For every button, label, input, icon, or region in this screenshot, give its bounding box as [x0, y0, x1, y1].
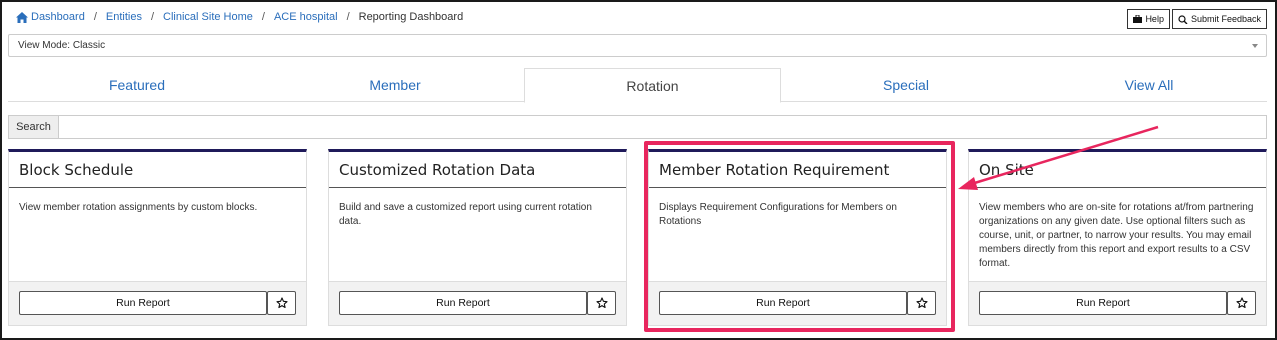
run-report-button[interactable]: Run Report — [979, 291, 1227, 315]
tab-member[interactable]: Member — [266, 68, 524, 102]
feedback-icon — [1178, 14, 1188, 24]
report-card-customized-rotation-data: Customized Rotation Data Build and save … — [328, 149, 627, 326]
favorite-button[interactable] — [267, 291, 296, 315]
card-description: Displays Requirement Configurations for … — [659, 202, 897, 227]
card-title: Customized Rotation Data — [329, 152, 626, 188]
favorite-button[interactable] — [587, 291, 616, 315]
report-card-member-rotation-requirement: Member Rotation Requirement Displays Req… — [648, 149, 947, 326]
breadcrumb-dashboard[interactable]: Dashboard — [31, 11, 85, 23]
card-description: View member rotation assignments by cust… — [19, 202, 258, 213]
card-title: Member Rotation Requirement — [649, 152, 946, 188]
tab-featured[interactable]: Featured — [8, 68, 266, 102]
card-description: Build and save a customized report using… — [339, 202, 592, 227]
report-tabs: Featured Member Rotation Special View Al… — [8, 68, 1267, 103]
view-mode-select[interactable]: View Mode: Classic — [8, 34, 1267, 57]
report-card-block-schedule: Block Schedule View member rotation assi… — [8, 149, 307, 326]
card-title: Block Schedule — [9, 152, 306, 188]
card-footer: Run Report — [969, 281, 1266, 325]
chevron-down-icon — [1252, 44, 1258, 48]
breadcrumb: Dashboard / Entities / Clinical Site Hom… — [16, 10, 463, 24]
breadcrumb-separator: / — [93, 11, 97, 23]
star-icon — [275, 297, 288, 309]
tab-rotation[interactable]: Rotation — [524, 68, 781, 103]
breadcrumb-clinical-site-home[interactable]: Clinical Site Home — [163, 11, 253, 23]
breadcrumb-separator: / — [346, 11, 350, 23]
star-icon — [595, 297, 608, 309]
tab-special[interactable]: Special — [781, 68, 1031, 102]
breadcrumb-entities[interactable]: Entities — [106, 11, 142, 23]
card-footer: Run Report — [329, 281, 626, 325]
run-report-button[interactable]: Run Report — [659, 291, 907, 315]
run-report-button[interactable]: Run Report — [339, 291, 587, 315]
favorite-button[interactable] — [907, 291, 936, 315]
breadcrumb-separator: / — [150, 11, 155, 23]
card-footer: Run Report — [649, 281, 946, 325]
home-icon — [16, 11, 28, 23]
briefcase-icon — [1133, 15, 1143, 23]
star-icon — [1235, 297, 1248, 309]
help-label: Help — [1145, 14, 1164, 24]
feedback-label: Submit Feedback — [1190, 14, 1261, 24]
breadcrumb-separator: / — [261, 11, 265, 23]
favorite-button[interactable] — [1227, 291, 1256, 315]
search-label: Search — [9, 116, 59, 138]
breadcrumb-ace-hospital[interactable]: ACE hospital — [274, 11, 338, 23]
help-button[interactable]: Help — [1127, 9, 1170, 29]
submit-feedback-button[interactable]: Submit Feedback — [1171, 9, 1267, 29]
search-bar: Search — [8, 115, 1267, 139]
card-title: On Site — [969, 152, 1266, 188]
card-description: View members who are on-site for rotatio… — [979, 202, 1254, 269]
breadcrumb-current: Reporting Dashboard — [358, 11, 464, 23]
report-card-on-site: On Site View members who are on-site for… — [968, 149, 1267, 326]
view-mode-value: View Mode: Classic — [18, 40, 106, 51]
card-footer: Run Report — [9, 281, 306, 325]
header-buttons: Help Submit Feedback — [1127, 9, 1267, 29]
tab-view-all[interactable]: View All — [1031, 68, 1267, 102]
run-report-button[interactable]: Run Report — [19, 291, 267, 315]
star-icon — [915, 297, 928, 309]
search-input[interactable] — [59, 116, 1266, 138]
